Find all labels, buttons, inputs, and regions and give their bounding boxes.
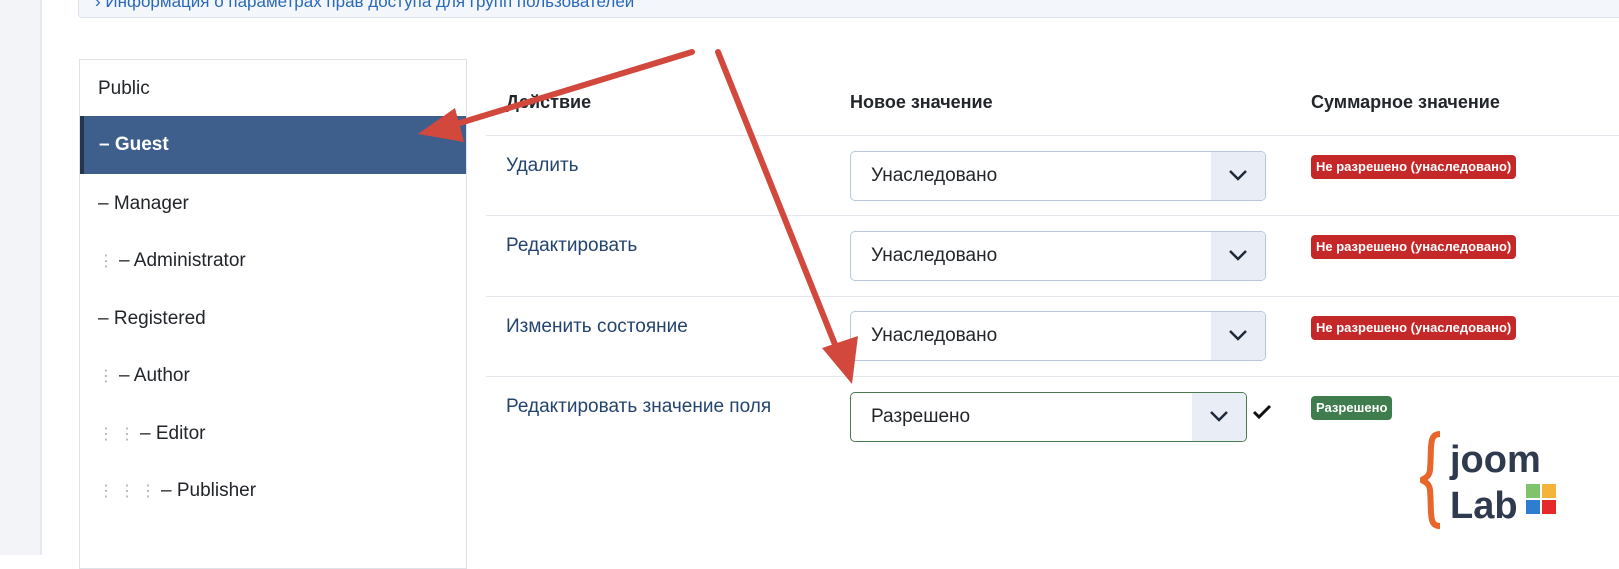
status-badge-edit-state: Не разрешено (унаследовано) — [1311, 316, 1517, 340]
left-rail-border — [40, 0, 42, 555]
status-badge-edit: Не разрешено (унаследовано) — [1311, 235, 1517, 259]
permission-select-edit[interactable]: Унаследовано — [850, 231, 1266, 281]
select-value: Разрешено — [871, 406, 971, 427]
chevron-down-icon — [1210, 411, 1228, 422]
status-badge-edit-field-value: Разрешено — [1311, 396, 1393, 420]
user-group-list: Public – Guest – Manager ⋮ – Administrato… — [79, 59, 467, 569]
group-label: – Publisher — [161, 480, 257, 501]
row-divider — [486, 135, 1619, 136]
select-value: Унаследовано — [871, 165, 998, 186]
group-label: – Manager — [98, 193, 189, 214]
group-item-publisher[interactable]: ⋮ ⋮ ⋮ – Publisher — [80, 462, 466, 520]
select-toggle[interactable] — [1211, 152, 1265, 200]
group-item-manager[interactable]: – Manager — [80, 175, 466, 233]
group-item-administrator[interactable]: ⋮ – Administrator — [80, 232, 466, 290]
permission-select-delete[interactable]: Унаследовано — [850, 151, 1266, 201]
group-label: Public — [98, 78, 150, 99]
permissions-info-toggle[interactable]: › Информация о параметрах прав доступа д… — [78, 0, 1619, 18]
tree-indent-dots: ⋮ — [119, 483, 135, 500]
select-toggle[interactable] — [1211, 312, 1265, 360]
action-label-edit: Редактировать — [506, 235, 638, 256]
group-label: – Editor — [140, 423, 206, 444]
tree-indent-dots: ⋮ — [98, 368, 114, 385]
column-header-action: Действие — [506, 92, 592, 112]
tree-indent-dots: ⋮ — [98, 426, 114, 443]
left-rail — [0, 0, 40, 555]
row-divider — [486, 296, 1619, 297]
group-item-editor[interactable]: ⋮ ⋮ – Editor — [80, 405, 466, 463]
joomlab-logo-icon: joom Lab — [1417, 431, 1556, 529]
chevron-down-icon — [1229, 330, 1247, 341]
action-label-edit-field-value: Редактировать значение поля — [506, 396, 772, 417]
tree-indent-dots: ⋮ — [98, 253, 114, 270]
tree-indent-dots: ⋮ — [119, 426, 135, 443]
group-item-author[interactable]: ⋮ – Author — [80, 347, 466, 405]
info-bar-text: › Информация о параметрах прав доступа д… — [95, 0, 635, 11]
tree-indent-dots: ⋮ — [98, 483, 114, 500]
svg-text:joom: joom — [1449, 439, 1541, 481]
row-divider — [486, 376, 1619, 377]
check-icon — [1252, 404, 1272, 420]
permission-select-edit-field-value[interactable]: Разрешено — [850, 392, 1247, 442]
chevron-down-icon — [1229, 250, 1247, 261]
group-label: – Author — [119, 365, 190, 386]
joomlab-logo: joom Lab — [1417, 430, 1570, 530]
chevron-down-icon — [1229, 170, 1247, 181]
permission-select-edit-state[interactable]: Унаследовано — [850, 311, 1266, 361]
select-toggle[interactable] — [1211, 232, 1265, 280]
group-label: – Guest — [99, 134, 169, 155]
group-label: – Registered — [98, 308, 206, 329]
row-divider — [486, 215, 1619, 216]
group-item-public[interactable]: Public — [80, 60, 466, 118]
svg-text:Lab: Lab — [1450, 485, 1518, 527]
tree-indent-dots: ⋮ — [140, 483, 156, 500]
arrow-to-field-select — [715, 49, 858, 384]
group-item-registered[interactable]: – Registered — [80, 290, 466, 348]
select-toggle[interactable] — [1192, 393, 1246, 441]
select-value: Унаследовано — [871, 245, 998, 266]
action-label-edit-state: Изменить состояние — [506, 316, 688, 337]
action-label-delete: Удалить — [506, 155, 579, 176]
status-badge-delete: Не разрешено (унаследовано) — [1311, 155, 1517, 179]
select-value: Унаследовано — [871, 325, 998, 346]
group-item-guest[interactable]: – Guest — [80, 116, 466, 174]
column-header-new-value: Новое значение — [850, 92, 993, 112]
column-header-calculated: Суммарное значение — [1311, 92, 1500, 112]
group-label: – Administrator — [119, 250, 246, 271]
